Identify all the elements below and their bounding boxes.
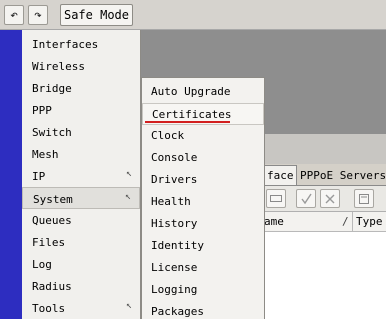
menu-item-tools[interactable]: Tools ↖: [22, 297, 140, 319]
menu-item-label: Queues: [32, 214, 72, 227]
menu-item-bridge[interactable]: Bridge: [22, 77, 140, 99]
menu-item-system[interactable]: System ↖: [22, 187, 140, 209]
menu-item-label: Files: [32, 236, 66, 249]
submenu-item-label: Auto Upgrade: [151, 85, 231, 98]
menu-item-ppp[interactable]: PPP: [22, 99, 140, 121]
menu-item-switch[interactable]: Switch: [22, 121, 140, 143]
submenu-item-logging[interactable]: Logging: [142, 279, 264, 301]
menu-item-files[interactable]: Files: [22, 231, 140, 253]
menu-item-label: Radius: [32, 280, 72, 293]
column-name[interactable]: ame: [264, 215, 284, 228]
undo-icon[interactable]: ↶: [4, 5, 24, 25]
workspace-area-lower: [263, 134, 386, 164]
system-submenu: Auto Upgrade Certificates Clock Console …: [141, 77, 265, 319]
submenu-item-label: License: [151, 261, 198, 274]
redo-icon[interactable]: ↷: [28, 5, 48, 25]
submenu-item-label: Identity: [151, 239, 204, 252]
column-type[interactable]: Type: [356, 215, 383, 228]
navigation-strip: [0, 30, 22, 319]
submenu-item-label: Drivers: [151, 173, 198, 186]
red-annotation-underline: [145, 121, 230, 123]
submenu-arrow-icon: ↖: [125, 168, 132, 179]
submenu-item-identity[interactable]: Identity: [142, 235, 264, 257]
submenu-item-packages[interactable]: Packages: [142, 301, 264, 323]
submenu-item-clock[interactable]: Clock: [142, 125, 264, 147]
submenu-arrow-icon: ↖: [125, 300, 132, 311]
submenu-item-label: History: [151, 217, 198, 230]
submenu-item-console[interactable]: Console: [142, 147, 264, 169]
menu-item-wireless[interactable]: Wireless: [22, 55, 140, 77]
column-divider[interactable]: [352, 212, 353, 231]
cross-icon[interactable]: [320, 189, 340, 208]
submenu-item-label: Packages: [151, 305, 204, 318]
menu-item-label: Mesh: [32, 148, 59, 161]
tab-pppoe-servers[interactable]: PPPoE Servers: [298, 166, 386, 185]
table-header: ame / Type: [262, 212, 386, 232]
menu-item-label: Switch: [32, 126, 72, 139]
table-body: [262, 232, 386, 319]
menu-item-mesh[interactable]: Mesh: [22, 143, 140, 165]
submenu-arrow-icon: ↖: [124, 191, 131, 202]
minus-icon[interactable]: [266, 189, 286, 208]
menu-item-queues[interactable]: Queues: [22, 209, 140, 231]
submenu-item-license[interactable]: License: [142, 257, 264, 279]
submenu-item-drivers[interactable]: Drivers: [142, 169, 264, 191]
menu-item-label: Tools: [32, 302, 66, 315]
menu-item-label: PPP: [32, 104, 52, 117]
submenu-item-label: Certificates: [152, 108, 232, 121]
tab-interface[interactable]: face: [262, 165, 297, 185]
submenu-item-label: Logging: [151, 283, 198, 296]
menu-item-label: System: [33, 193, 73, 206]
menu-item-label: Log: [32, 258, 52, 271]
submenu-item-history[interactable]: History: [142, 213, 264, 235]
menu-item-label: Bridge: [32, 82, 72, 95]
menu-item-log[interactable]: Log: [22, 253, 140, 275]
submenu-item-health[interactable]: Health: [142, 191, 264, 213]
menu-item-radius[interactable]: Radius: [22, 275, 140, 297]
safe-mode-button[interactable]: Safe Mode: [60, 4, 133, 26]
submenu-item-label: Clock: [151, 129, 185, 142]
menu-item-label: Interfaces: [32, 38, 99, 51]
submenu-item-auto-upgrade[interactable]: Auto Upgrade: [142, 81, 264, 103]
menu-item-ip[interactable]: IP ↖: [22, 165, 140, 187]
check-icon[interactable]: [296, 189, 316, 208]
window-tab-bar: face PPPoE Servers: [262, 164, 386, 186]
note-icon[interactable]: [354, 189, 374, 208]
main-menu: Interfaces Wireless Bridge PPP Switch Me…: [22, 30, 141, 319]
menu-item-label: IP: [32, 170, 46, 183]
menu-item-label: Wireless: [32, 60, 85, 73]
menu-item-interfaces[interactable]: Interfaces: [22, 33, 140, 55]
submenu-item-label: Health: [151, 195, 191, 208]
sort-indicator: /: [342, 215, 349, 228]
window-toolbar: [262, 186, 386, 212]
main-toolbar: ↶ ↷ Safe Mode: [0, 0, 386, 30]
submenu-item-label: Console: [151, 151, 198, 164]
